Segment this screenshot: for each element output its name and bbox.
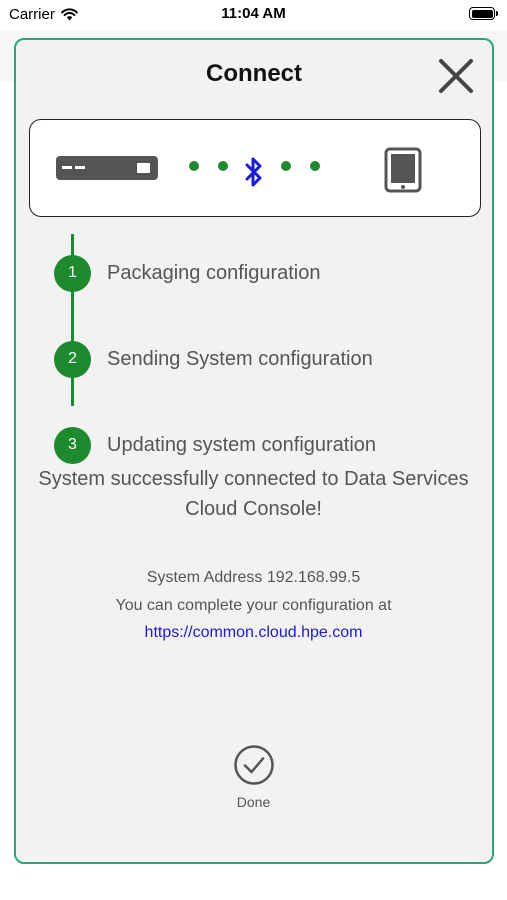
- check-circle-icon: [233, 745, 274, 785]
- step-number-badge: 2: [54, 340, 91, 378]
- step-label: Updating system configuration: [107, 433, 377, 456]
- connection-dot: [218, 161, 228, 171]
- done-button[interactable]: Done: [0, 744, 507, 810]
- close-icon: [439, 59, 473, 93]
- status-time: 11:04 AM: [221, 5, 286, 22]
- link-row: https://common.cloud.hpe.com: [0, 624, 507, 642]
- complete-config-text: You can complete your configuration at: [115, 597, 392, 614]
- step-number-badge: 3: [54, 426, 91, 464]
- status-bar: Carrier 11:04 AM: [0, 0, 507, 30]
- system-address: System Address 192.168.99.5: [146, 569, 361, 586]
- modal-title: Connect: [206, 60, 302, 87]
- success-message: System successfully connected to Data Se…: [38, 468, 469, 520]
- step-item: 1 Packaging configuration: [54, 254, 320, 292]
- connection-dot: [189, 161, 199, 171]
- server-icon: [56, 156, 158, 180]
- step-number-badge: 1: [54, 254, 91, 292]
- connection-status-box: [29, 119, 481, 217]
- tablet-icon: [384, 147, 422, 193]
- step-label: Packaging configuration: [107, 261, 321, 284]
- bluetooth-icon: [245, 157, 262, 187]
- step-label: Sending System configuration: [107, 347, 373, 370]
- connection-dot: [310, 161, 320, 171]
- step-item: 3 Updating system configuration: [54, 426, 376, 464]
- battery-icon: [469, 7, 498, 20]
- done-label: Done: [236, 794, 271, 810]
- connection-dot: [281, 161, 291, 171]
- step-item: 2 Sending System configuration: [54, 340, 373, 378]
- close-button[interactable]: [436, 56, 476, 96]
- progress-steps: 1 Packaging configuration 2 Sending Syst…: [54, 218, 454, 464]
- cloud-console-link[interactable]: https://common.cloud.hpe.com: [145, 624, 363, 641]
